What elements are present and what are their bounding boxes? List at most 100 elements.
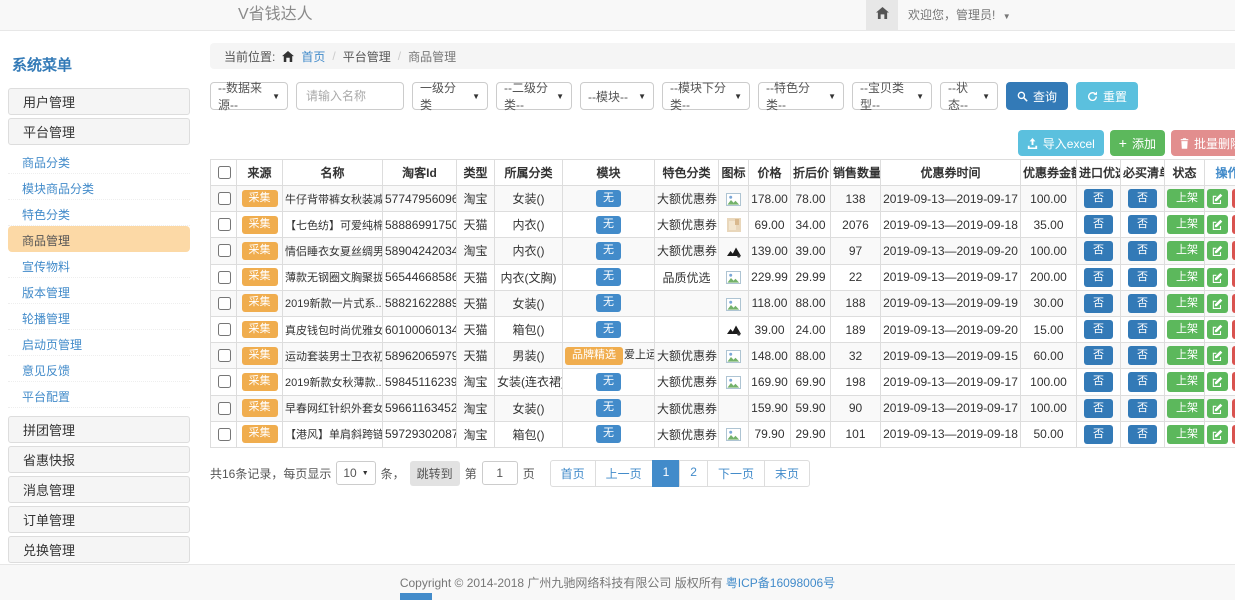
must-buy-toggle-button[interactable]: 否 [1128,372,1157,391]
import-toggle-button[interactable]: 否 [1084,425,1113,444]
add-button[interactable]: + 添加 [1110,130,1165,156]
status-button[interactable]: 上架 [1167,294,1205,313]
status-button[interactable]: 上架 [1167,346,1205,365]
sidebar-group-header[interactable]: 消息管理 [8,476,190,503]
sidebar-item[interactable]: 商品管理 [8,226,190,252]
filter-select[interactable]: --宝贝类型--▼ [852,82,932,110]
status-button[interactable]: 上架 [1167,215,1205,234]
filter-select[interactable]: --特色分类--▼ [758,82,844,110]
jump-button[interactable]: 跳转到 [410,461,460,486]
select-all-checkbox[interactable] [218,166,231,179]
status-button[interactable]: 上架 [1167,320,1205,339]
pager-button[interactable]: 2 [679,460,708,487]
row-checkbox[interactable] [218,375,231,388]
import-excel-button[interactable]: 导入excel [1018,130,1104,156]
home-button[interactable] [866,0,898,30]
filter-select[interactable]: --模块下分类--▼ [662,82,750,110]
sidebar-group-header[interactable]: 订单管理 [8,506,190,533]
import-toggle-button[interactable]: 否 [1084,346,1113,365]
breadcrumb-home-link[interactable]: 首页 [301,48,325,65]
import-toggle-button[interactable]: 否 [1084,372,1113,391]
reset-button[interactable]: 重置 [1076,82,1138,110]
sidebar-item[interactable]: 宣传物料 [8,252,190,278]
import-toggle-button[interactable]: 否 [1084,320,1113,339]
sidebar-submenu: 商品分类模块商品分类特色分类商品管理宣传物料版本管理轮播管理启动页管理意见反馈平… [8,145,190,413]
status-button[interactable]: 上架 [1167,372,1205,391]
edit-button[interactable] [1207,372,1228,391]
sidebar-group-header[interactable]: 平台管理 [8,118,190,145]
sidebar-group-header[interactable]: 省惠快报 [8,446,190,473]
pager-button[interactable]: 下一页 [707,460,765,487]
sidebar-item[interactable]: 商品分类 [8,148,190,174]
pager-button[interactable]: 末页 [764,460,810,487]
filter-select[interactable]: --模块--▼ [580,82,654,110]
pager-button[interactable]: 首页 [550,460,596,487]
pager-button[interactable]: 1 [652,460,681,487]
must-buy-toggle-button[interactable]: 否 [1128,399,1157,418]
import-toggle-button[interactable]: 否 [1084,241,1113,260]
import-toggle-button[interactable]: 否 [1084,268,1113,287]
row-checkbox[interactable] [218,323,231,336]
name-search-input[interactable] [296,82,404,110]
search-button[interactable]: 查询 [1006,82,1068,110]
import-toggle-button[interactable]: 否 [1084,399,1113,418]
icp-link[interactable]: 粤ICP备16098006号 [726,574,835,591]
row-checkbox[interactable] [218,192,231,205]
sidebar-item[interactable]: 轮播管理 [8,304,190,330]
sidebar-group-header[interactable]: 用户管理 [8,88,190,115]
edit-button[interactable] [1207,320,1228,339]
row-checkbox[interactable] [218,271,231,284]
cell-coupon-amount: 200.00 [1021,264,1077,290]
row-checkbox[interactable] [218,349,231,362]
sidebar-item[interactable]: 启动页管理 [8,330,190,356]
import-toggle-button[interactable]: 否 [1084,189,1113,208]
edit-button[interactable] [1207,294,1228,313]
import-toggle-button[interactable]: 否 [1084,215,1113,234]
per-page-select[interactable]: 10 ▼ [336,461,375,485]
edit-button[interactable] [1207,241,1228,260]
must-buy-toggle-button[interactable]: 否 [1128,215,1157,234]
sidebar-item[interactable]: 意见反馈 [8,356,190,382]
cell-taoke-id: 596611634525 [383,395,457,421]
edit-button[interactable] [1207,268,1228,287]
status-button[interactable]: 上架 [1167,399,1205,418]
user-menu[interactable]: 欢迎您，管理员! ▼ [908,0,1011,32]
status-button[interactable]: 上架 [1167,241,1205,260]
must-buy-toggle-button[interactable]: 否 [1128,346,1157,365]
edit-button[interactable] [1207,215,1228,234]
sidebar-item[interactable]: 模块商品分类 [8,174,190,200]
edit-button[interactable] [1207,189,1228,208]
row-checkbox[interactable] [218,244,231,257]
must-buy-toggle-button[interactable]: 否 [1128,320,1157,339]
must-buy-toggle-button[interactable]: 否 [1128,268,1157,287]
sidebar-item[interactable]: 版本管理 [8,278,190,304]
filter-select[interactable]: --数据来源--▼ [210,82,288,110]
batch-delete-button[interactable]: 批量删除 [1171,130,1235,156]
import-toggle-button[interactable]: 否 [1084,294,1113,313]
jump-page-input[interactable] [482,461,518,485]
edit-button[interactable] [1207,346,1228,365]
sidebar-group-header[interactable]: 拼团管理 [8,416,190,443]
status-button[interactable]: 上架 [1167,425,1205,444]
must-buy-toggle-button[interactable]: 否 [1128,241,1157,260]
sidebar-group-header[interactable]: 兑换管理 [8,536,190,563]
must-buy-toggle-button[interactable]: 否 [1128,294,1157,313]
row-checkbox[interactable] [218,428,231,441]
pager-button[interactable]: 上一页 [595,460,653,487]
sidebar-item[interactable]: 平台配置 [8,382,190,408]
edit-button[interactable] [1207,425,1228,444]
filter-select[interactable]: 一级分类▼ [412,82,488,110]
must-buy-toggle-button[interactable]: 否 [1128,189,1157,208]
status-button[interactable]: 上架 [1167,189,1205,208]
status-button[interactable]: 上架 [1167,268,1205,287]
filter-select[interactable]: --二级分类--▼ [496,82,572,110]
cell-checkbox [211,186,237,212]
edit-button[interactable] [1207,399,1228,418]
filter-select[interactable]: --状态--▼ [940,82,998,110]
row-checkbox[interactable] [218,402,231,415]
sidebar-item[interactable]: 特色分类 [8,200,190,226]
cell-type: 淘宝 [457,369,495,395]
row-checkbox[interactable] [218,218,231,231]
row-checkbox[interactable] [218,297,231,310]
must-buy-toggle-button[interactable]: 否 [1128,425,1157,444]
